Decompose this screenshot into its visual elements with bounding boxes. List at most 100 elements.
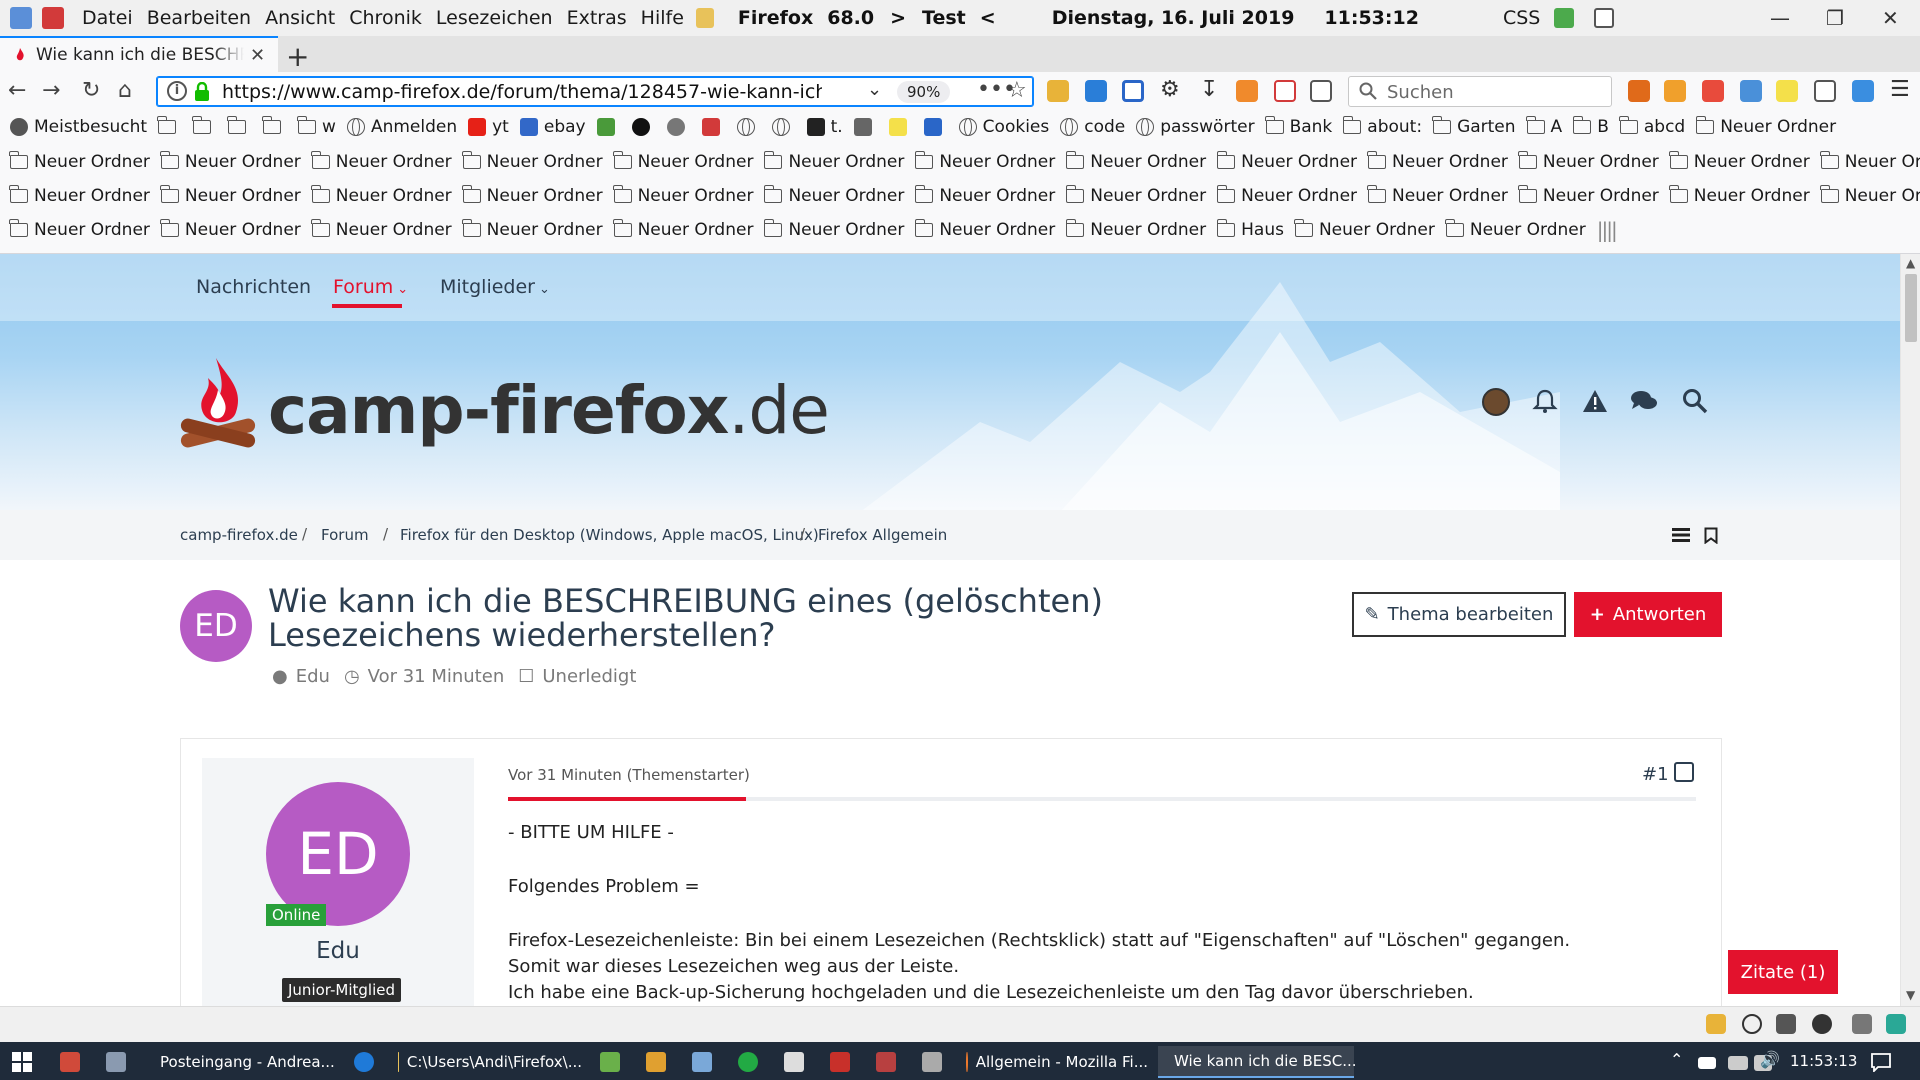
shield-icon[interactable] [1852, 1014, 1872, 1034]
css-addon-icon[interactable] [1776, 80, 1798, 102]
bookmark-item[interactable]: Neuer Ordner [1216, 185, 1357, 206]
addon-orange-icon[interactable] [1236, 80, 1258, 102]
search-icon[interactable] [1682, 388, 1708, 414]
menu-lesezeichen[interactable]: Lesezeichen [436, 7, 553, 29]
bookmark-item[interactable]: Neuer Ordner [462, 185, 603, 206]
clapper-icon[interactable] [1776, 1014, 1796, 1034]
search-bar[interactable]: Suchen [1348, 76, 1612, 107]
bookmark-item[interactable]: Neuer Ordner [1518, 185, 1659, 206]
taskbar-app-icon[interactable] [830, 1052, 850, 1072]
bookmark-item[interactable]: Neuer Ordner [160, 185, 301, 206]
taskbar-item-firefox-2[interactable]: Wie kann ich die BESC... [1158, 1046, 1357, 1078]
bookmark-item[interactable]: Neuer Ordner [462, 151, 603, 172]
folder-blue-icon[interactable] [1085, 80, 1107, 102]
home-icon[interactable]: ⌂ [118, 78, 132, 103]
list-view-icon[interactable] [1672, 528, 1690, 542]
folder-open-icon[interactable] [1047, 80, 1069, 102]
thread-author[interactable]: Edu [296, 666, 330, 687]
bookmark-item[interactable]: Cookies [958, 117, 1049, 137]
site-info-icon[interactable]: i [167, 81, 187, 101]
action-center-icon[interactable] [1870, 1052, 1892, 1072]
app-window-icon[interactable] [10, 7, 32, 29]
edge-icon[interactable] [354, 1052, 374, 1072]
v-addon-2-icon[interactable] [1814, 80, 1836, 102]
bookmark-item[interactable]: Neuer Ordner [462, 219, 603, 240]
taskbar-app-icon[interactable] [692, 1052, 712, 1072]
user-avatar-icon[interactable] [1482, 388, 1510, 416]
addon-bar-icon-1[interactable] [1706, 1014, 1726, 1034]
bookmark-item[interactable]: Neuer Ordner [9, 185, 150, 206]
play-icon[interactable] [1742, 1014, 1762, 1034]
taskbar-clock[interactable]: 11:53:13 [1790, 1052, 1857, 1070]
sidebar-toggle-icon[interactable] [1122, 80, 1144, 102]
taskbar-app-icon[interactable] [784, 1052, 804, 1072]
bookmark-item[interactable]: Neuer Ordner [311, 151, 452, 172]
bookmark-icon[interactable] [1704, 527, 1718, 544]
bookmark-item[interactable]: Neuer Ordner [311, 185, 452, 206]
bookmark-item[interactable]: Neuer Ordner [1294, 219, 1435, 240]
bookmark-item[interactable]: ebay [519, 117, 586, 137]
taskbar-item-explorer[interactable]: C:\Users\Andi\Firefox\... [392, 1046, 582, 1078]
taskbar-item-outlook[interactable]: Posteingang - Andrea... [146, 1046, 335, 1078]
bookmark-item[interactable]: about: [1342, 116, 1422, 137]
post-author-name[interactable]: Edu [202, 938, 474, 964]
bookmark-item[interactable]: Neuer Ordner [1820, 151, 1920, 172]
bookmark-item[interactable]: Neuer Ordner [1367, 185, 1508, 206]
bookmark-item[interactable]: Neuer Ordner [763, 151, 904, 172]
bookmark-item[interactable]: code [1060, 117, 1125, 137]
bookmark-item[interactable]: Neuer Ordner [311, 219, 452, 240]
taskbar-app-icon[interactable] [646, 1052, 666, 1072]
nav-mitglieder[interactable]: Mitglieder ⌄ [440, 276, 550, 298]
bookmark-item[interactable]: B [1572, 116, 1609, 137]
volume-icon[interactable]: 🔊 [1760, 1050, 1780, 1069]
bookmark-item[interactable]: Neuer Ordner [1216, 151, 1357, 172]
quotes-button[interactable]: Zitate (1) [1728, 950, 1838, 994]
bookmark-item[interactable]: abcd [1619, 116, 1685, 137]
taskbar-check-icon[interactable] [738, 1052, 758, 1072]
menu-ansicht[interactable]: Ansicht [265, 7, 335, 29]
keyboard-icon[interactable] [1728, 1056, 1748, 1070]
post-select-checkbox[interactable] [1674, 762, 1694, 782]
addon-face-icon[interactable] [1628, 80, 1650, 102]
bookmark-item[interactable]: Neuer Ordner [1669, 151, 1810, 172]
bookmark-item[interactable]: Neuer Ordner [1065, 219, 1206, 240]
bookmark-item[interactable]: Neuer Ordner [612, 151, 753, 172]
bookmark-item[interactable] [262, 116, 287, 134]
hamburger-menu-icon[interactable]: ☰ [1890, 77, 1910, 102]
bookmark-item[interactable]: Neuer Ordner [612, 185, 753, 206]
url-text[interactable]: https://www.camp-firefox.de/forum/thema/… [222, 81, 822, 103]
bookmark-item[interactable]: Neuer Ordner [1695, 116, 1836, 137]
settings-gear-icon[interactable]: ⚙ [1160, 77, 1180, 102]
bookmark-item[interactable] [888, 118, 913, 136]
close-window-button[interactable]: ✕ [1882, 6, 1899, 30]
taskbar-app-icon[interactable] [922, 1052, 942, 1072]
note-icon[interactable] [695, 8, 714, 28]
bookmark-item[interactable]: Neuer Ordner [914, 185, 1055, 206]
restore-button[interactable]: ❐ [1826, 6, 1844, 30]
tab-active[interactable]: Wie kann ich die BESCHREIBUNG eines (gel… [0, 36, 278, 72]
bookmark-item[interactable]: Neuer Ordner [1820, 185, 1920, 206]
url-bar[interactable]: i https://www.camp-firefox.de/forum/them… [156, 76, 1034, 107]
calendar-icon[interactable] [42, 7, 64, 29]
bookmark-item[interactable]: A [1525, 116, 1562, 137]
minimize-button[interactable]: — [1770, 6, 1790, 30]
bookmark-item[interactable]: Neuer Ordner [914, 151, 1055, 172]
taskbar-app-icon[interactable] [600, 1052, 620, 1072]
tab-close-button[interactable]: ✕ [250, 45, 265, 66]
bookmark-item[interactable]: Neuer Ordner [1367, 151, 1508, 172]
bookmark-item[interactable] [666, 118, 691, 136]
bookmark-item[interactable]: yt [468, 117, 509, 137]
bookmark-item[interactable]: Bank [1264, 116, 1332, 137]
site-logo-text[interactable]: camp-firefox.de [268, 372, 830, 449]
nav-nachrichten[interactable]: Nachrichten [196, 276, 311, 298]
bookmark-item[interactable]: Anmelden [346, 117, 457, 137]
taskbar-app-icon[interactable] [876, 1052, 896, 1072]
bookmark-item[interactable] [701, 118, 726, 136]
bookmark-item[interactable] [771, 118, 796, 136]
breadcrumb-item[interactable]: Forum [321, 526, 369, 544]
sync-addon-icon[interactable] [1852, 80, 1874, 102]
bookmark-item[interactable]: Neuer Ordner [612, 219, 753, 240]
bookmark-item[interactable] [157, 116, 182, 134]
windows-start-icon[interactable] [12, 1052, 32, 1072]
bookmark-item[interactable]: Neuer Ordner [1518, 151, 1659, 172]
